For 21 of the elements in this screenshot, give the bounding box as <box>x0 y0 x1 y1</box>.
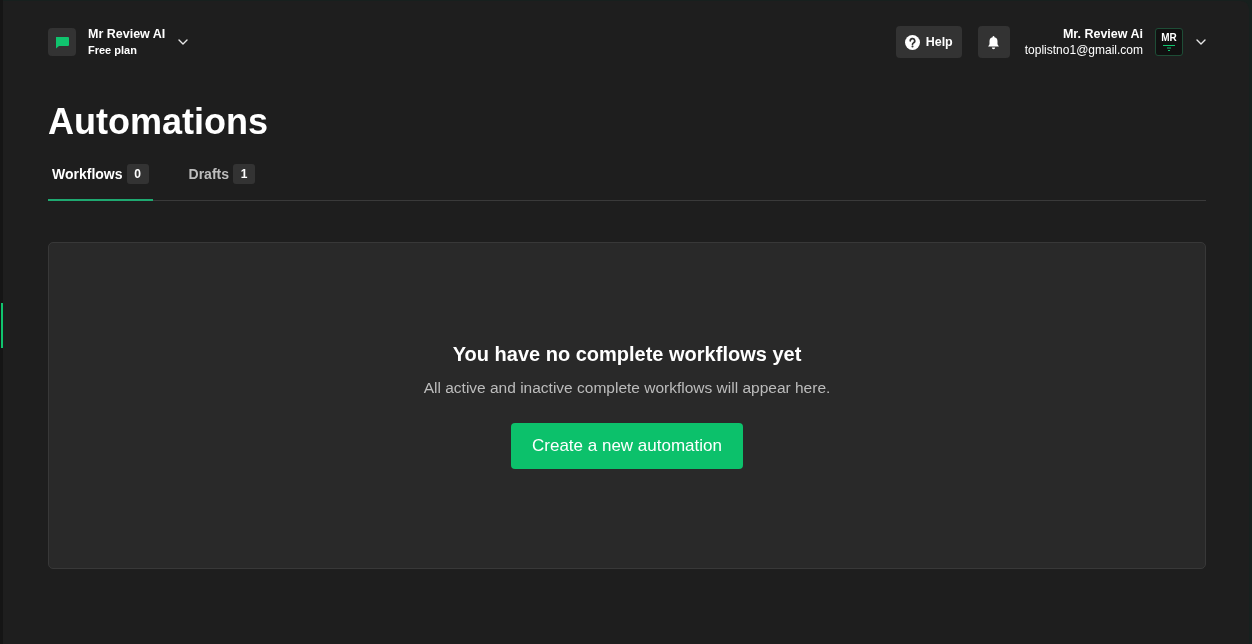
chevron-down-icon[interactable] <box>178 39 189 45</box>
active-indicator <box>1 303 3 348</box>
page-title: Automations <box>48 100 269 144</box>
user-name: Mr. Review Ai <box>1062 26 1143 42</box>
empty-state-description: All active and inactive complete workflows will appear here. <box>423 378 831 398</box>
count-badge: 0 <box>126 164 149 184</box>
count-badge: 1 <box>233 164 255 184</box>
bell-icon <box>987 34 1001 50</box>
plan-label: Free plan <box>88 43 138 58</box>
avatar[interactable]: MR <box>1155 28 1183 56</box>
tab[interactable]: Workflows 0 <box>48 144 153 201</box>
workspace-name: Mr Review AI <box>88 26 166 42</box>
empty-state-title: You have no complete workflows yet <box>452 342 802 366</box>
chat-bubble-icon <box>48 28 76 56</box>
tab[interactable]: Drafts 1 <box>184 144 259 201</box>
tagline-mark-icon <box>1162 44 1176 52</box>
help-button[interactable]: Help <box>895 26 962 58</box>
chevron-down-icon[interactable] <box>1196 39 1206 45</box>
question-circle-icon <box>904 34 920 50</box>
user-email: toplistno1@gmail.com <box>1024 42 1143 58</box>
notifications-button[interactable] <box>977 26 1010 58</box>
